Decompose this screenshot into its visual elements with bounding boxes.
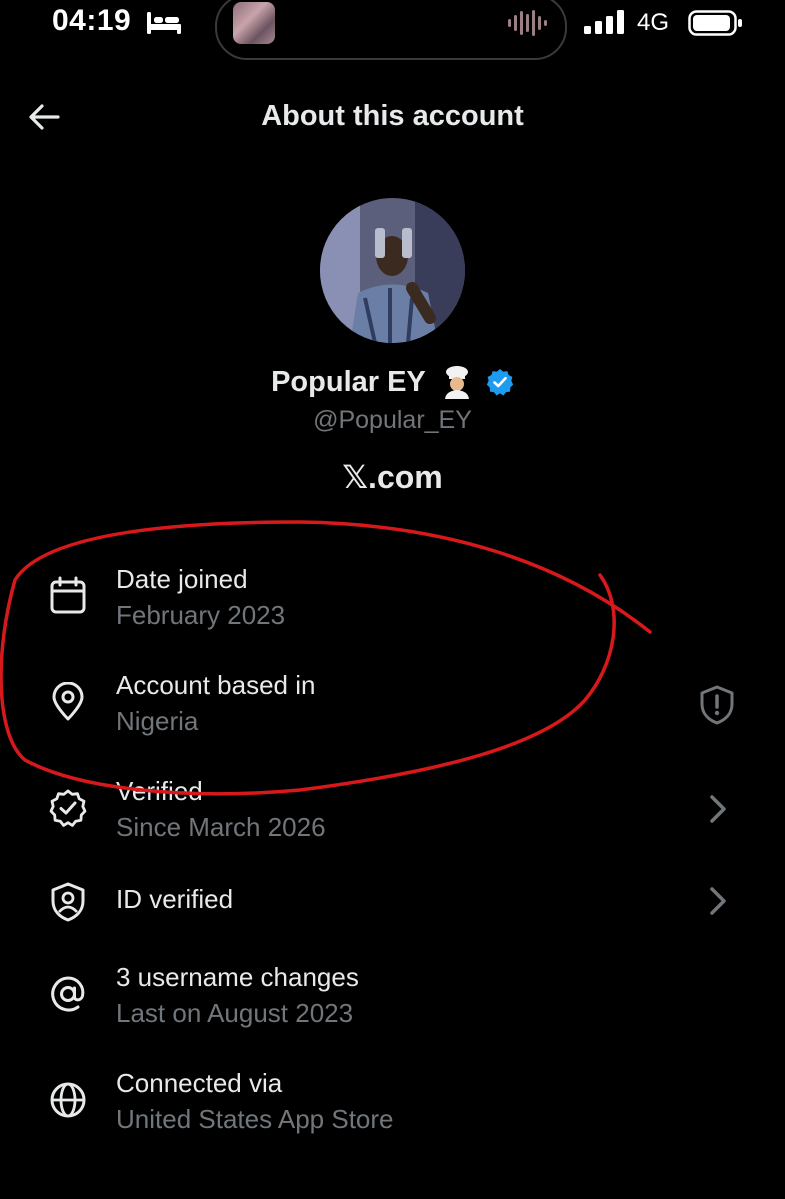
page-title: About this account	[261, 100, 524, 132]
chevron-right-icon[interactable]	[696, 880, 738, 922]
display-name: Popular EY	[271, 365, 426, 398]
detail-value: United States App Store	[116, 1104, 394, 1134]
network-type: 4G	[637, 9, 670, 36]
chevron-right-icon[interactable]	[696, 788, 738, 830]
site-label: 𝕏.com	[342, 459, 443, 495]
detail-label: Date joined	[116, 564, 248, 594]
detail-row-date-joined: Date joined February 2023	[0, 560, 785, 640]
shield-alert-icon[interactable]	[696, 684, 738, 726]
status-bar: 04:19 4G	[0, 0, 785, 60]
verified-check-icon	[49, 789, 87, 827]
detail-row-connected-via: Connected via United States App Store	[0, 1064, 785, 1144]
detail-row-id-verified[interactable]: ID verified	[0, 862, 785, 942]
signal-bars-icon	[584, 10, 624, 34]
detail-label: ID verified	[116, 884, 234, 914]
detail-value: Nigeria	[116, 706, 199, 736]
user-handle: @Popular_EY	[313, 406, 472, 434]
display-name-row: Popular EY	[0, 365, 785, 400]
detail-value: February 2023	[116, 600, 286, 630]
detail-label: Connected via	[116, 1068, 283, 1098]
verified-badge-icon[interactable]	[486, 368, 514, 396]
chef-emoji-icon	[444, 366, 469, 400]
globe-icon	[50, 1082, 86, 1118]
calendar-icon	[50, 576, 86, 614]
status-time: 04:19	[52, 4, 132, 37]
detail-label: Account based in	[116, 670, 316, 700]
detail-row-verified[interactable]: Verified Since March 2026	[0, 772, 785, 852]
bed-icon	[147, 12, 181, 34]
detail-value: Last on August 2023	[116, 998, 354, 1028]
location-pin-icon	[52, 682, 84, 721]
id-shield-icon	[51, 882, 85, 922]
detail-label: 3 username changes	[116, 962, 359, 992]
audio-wave-icon	[508, 10, 547, 36]
detail-value: Since March 2026	[116, 812, 326, 842]
at-sign-icon	[51, 976, 85, 1012]
now-playing-thumbnail	[233, 2, 275, 44]
detail-row-username-changes: 3 username changes Last on August 2023	[0, 958, 785, 1038]
detail-row-account-based-in: Account based in Nigeria	[0, 666, 785, 746]
avatar[interactable]	[320, 198, 465, 343]
battery-icon	[688, 10, 742, 36]
dynamic-island[interactable]	[215, 0, 567, 60]
detail-label: Verified	[116, 776, 203, 806]
